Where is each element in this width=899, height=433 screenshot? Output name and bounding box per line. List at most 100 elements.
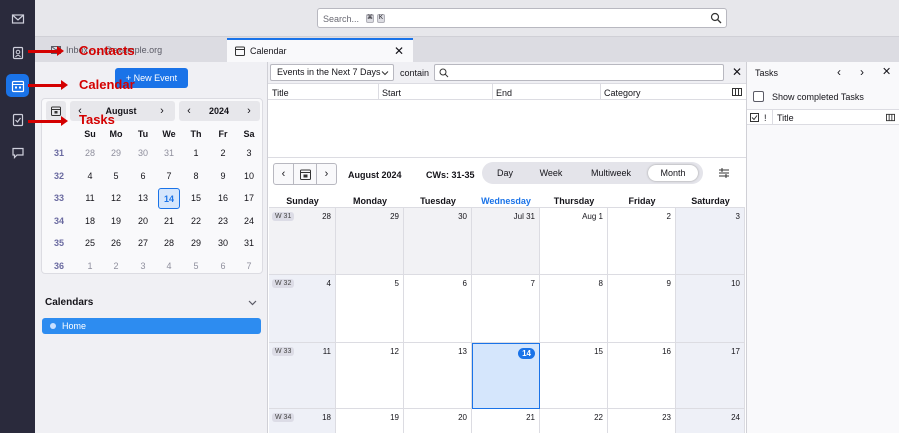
mini-day[interactable]: 27 [132, 238, 154, 248]
task-title-column[interactable]: Title [777, 113, 794, 123]
mini-day[interactable]: 31 [238, 238, 260, 248]
mini-day[interactable]: 3 [238, 148, 260, 158]
week-badge[interactable]: W 31 [272, 212, 295, 221]
mini-day[interactable]: 7 [158, 171, 180, 181]
day-cell[interactable]: 5 [336, 275, 404, 343]
next-day-button[interactable]: › [860, 65, 864, 79]
close-tab-icon[interactable]: ✕ [394, 45, 404, 57]
mini-day[interactable]: 29 [105, 148, 127, 158]
mini-day[interactable]: 30 [132, 148, 154, 158]
priority-column[interactable]: ! [764, 113, 767, 123]
day-cell[interactable]: Jul 31 [472, 208, 540, 275]
close-icon[interactable]: ✕ [732, 65, 742, 79]
mini-day[interactable]: 24 [238, 216, 260, 226]
day-cell[interactable]: 19 [336, 409, 404, 433]
today-button[interactable] [293, 163, 317, 185]
day-cell[interactable]: 22 [540, 409, 608, 433]
mini-day[interactable]: 26 [105, 238, 127, 248]
mini-day[interactable]: 2 [105, 261, 127, 271]
day-cell[interactable]: 12 [336, 343, 404, 409]
day-cell-today[interactable]: 14 [472, 343, 540, 409]
mini-day[interactable]: 4 [79, 171, 101, 181]
view-month-button[interactable]: Month [648, 165, 698, 181]
event-list[interactable] [268, 100, 746, 158]
search-input[interactable]: Search... ⌘ K [317, 8, 727, 28]
day-cell[interactable]: 8 [540, 275, 608, 343]
mini-day[interactable]: 25 [79, 238, 101, 248]
mini-day[interactable]: 8 [185, 171, 207, 181]
view-options-icon[interactable] [718, 167, 730, 179]
mini-day[interactable]: 20 [132, 216, 154, 226]
day-cell[interactable]: 16 [608, 343, 676, 409]
mini-day[interactable]: 4 [158, 261, 180, 271]
show-completed-checkbox[interactable]: Show completed Tasks [752, 89, 897, 107]
day-cell[interactable]: 21 [472, 409, 540, 433]
mini-year[interactable]: 2024 [199, 106, 239, 116]
completed-column-icon[interactable] [750, 113, 759, 122]
previous-button[interactable]: ‹ [273, 163, 294, 185]
day-cell[interactable]: 9 [608, 275, 676, 343]
mini-day[interactable]: 6 [212, 261, 234, 271]
column-category[interactable]: Category [604, 88, 641, 98]
mini-day[interactable]: 28 [158, 238, 180, 248]
day-cell[interactable]: 17 [676, 343, 745, 409]
next-year-button[interactable]: › [239, 105, 259, 117]
calendar-item-home[interactable]: Home [42, 318, 261, 334]
day-cell[interactable]: W 32 4 [269, 275, 336, 343]
day-cell[interactable]: W 31 28 [269, 208, 336, 275]
mail-space-button[interactable] [6, 7, 29, 30]
prev-day-button[interactable]: ‹ [837, 65, 841, 79]
mini-day[interactable]: 10 [238, 171, 260, 181]
tasks-space-button[interactable] [6, 108, 29, 131]
mini-day[interactable]: 6 [132, 171, 154, 181]
tab-inbox[interactable]: Inbox - ...@example.org [43, 38, 228, 62]
day-cell[interactable]: W 34 18 [269, 409, 336, 433]
mini-day[interactable]: 15 [185, 193, 207, 203]
week-badge[interactable]: W 32 [272, 279, 295, 288]
day-cell[interactable]: 10 [676, 275, 745, 343]
day-cell[interactable]: 13 [404, 343, 472, 409]
mini-day[interactable]: 21 [158, 216, 180, 226]
chevron-down-icon[interactable] [248, 298, 257, 307]
column-picker-icon[interactable] [886, 113, 895, 122]
next-button[interactable]: › [316, 163, 337, 185]
event-search-input[interactable] [434, 64, 724, 81]
calendar-space-button[interactable] [6, 74, 29, 97]
column-end[interactable]: End [496, 88, 512, 98]
mini-day[interactable]: 17 [238, 193, 260, 203]
column-start[interactable]: Start [382, 88, 401, 98]
mini-day[interactable]: 5 [185, 261, 207, 271]
mini-day[interactable]: 12 [105, 193, 127, 203]
day-cell[interactable]: 7 [472, 275, 540, 343]
day-cell[interactable]: 20 [404, 409, 472, 433]
day-cell[interactable]: 29 [336, 208, 404, 275]
mini-day[interactable]: 28 [79, 148, 101, 158]
mini-day[interactable]: 9 [212, 171, 234, 181]
mini-day-today[interactable]: 14 [158, 188, 180, 209]
mini-day[interactable]: 7 [238, 261, 260, 271]
week-badge[interactable]: W 33 [272, 347, 295, 356]
mini-day[interactable]: 30 [212, 238, 234, 248]
close-icon[interactable]: ✕ [882, 65, 891, 78]
next-month-button[interactable]: › [152, 105, 172, 117]
day-cell[interactable]: W 33 11 [269, 343, 336, 409]
column-picker-icon[interactable] [732, 87, 742, 97]
mini-day[interactable]: 22 [185, 216, 207, 226]
day-cell[interactable]: 24 [676, 409, 745, 433]
mini-day[interactable]: 11 [79, 193, 101, 203]
checkbox[interactable] [753, 91, 764, 102]
column-title[interactable]: Title [272, 88, 289, 98]
view-week-button[interactable]: Week [534, 165, 568, 181]
mini-day[interactable]: 5 [105, 171, 127, 181]
day-cell[interactable]: 23 [608, 409, 676, 433]
tab-calendar[interactable]: Calendar ✕ [227, 38, 413, 62]
mini-day[interactable]: 23 [212, 216, 234, 226]
day-cell[interactable]: 6 [404, 275, 472, 343]
day-cell[interactable]: 30 [404, 208, 472, 275]
mini-day[interactable]: 18 [79, 216, 101, 226]
view-multiweek-button[interactable]: Multiweek [586, 165, 636, 181]
event-filter-select[interactable]: Events in the Next 7 Days [270, 64, 394, 81]
mini-day[interactable]: 1 [79, 261, 101, 271]
view-day-button[interactable]: Day [490, 165, 520, 181]
mini-day[interactable]: 16 [212, 193, 234, 203]
